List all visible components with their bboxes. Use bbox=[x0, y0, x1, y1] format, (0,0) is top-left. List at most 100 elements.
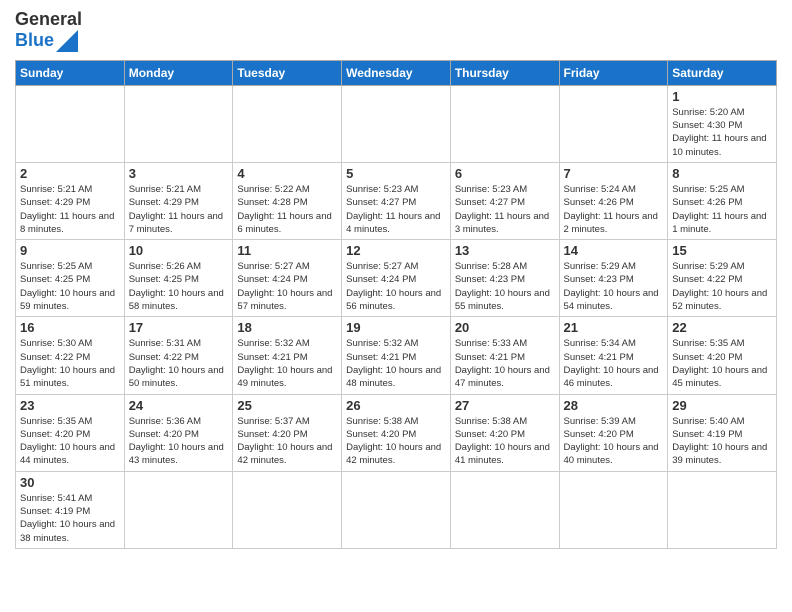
day-info: Sunrise: 5:23 AM Sunset: 4:27 PM Dayligh… bbox=[455, 183, 555, 236]
day-number: 18 bbox=[237, 320, 337, 335]
day-number: 14 bbox=[564, 243, 664, 258]
calendar-cell: 5 Sunrise: 5:23 AM Sunset: 4:27 PM Daylig… bbox=[342, 162, 451, 239]
day-info: Sunrise: 5:23 AM Sunset: 4:27 PM Dayligh… bbox=[346, 183, 446, 236]
calendar-cell: 6 Sunrise: 5:23 AM Sunset: 4:27 PM Daylig… bbox=[450, 162, 559, 239]
day-number: 5 bbox=[346, 166, 446, 181]
calendar-cell bbox=[233, 85, 342, 162]
calendar-cell: 17 Sunrise: 5:31 AM Sunset: 4:22 PM Dayli… bbox=[124, 317, 233, 394]
day-number: 27 bbox=[455, 398, 555, 413]
weekday-header-monday: Monday bbox=[124, 60, 233, 85]
calendar-cell: 14 Sunrise: 5:29 AM Sunset: 4:23 PM Dayli… bbox=[559, 240, 668, 317]
day-info: Sunrise: 5:29 AM Sunset: 4:22 PM Dayligh… bbox=[672, 260, 772, 313]
day-number: 3 bbox=[129, 166, 229, 181]
calendar-cell bbox=[559, 471, 668, 548]
day-info: Sunrise: 5:25 AM Sunset: 4:25 PM Dayligh… bbox=[20, 260, 120, 313]
day-number: 2 bbox=[20, 166, 120, 181]
calendar-cell: 30Sunrise: 5:41 AM Sunset: 4:19 PM Dayli… bbox=[16, 471, 125, 548]
calendar-cell bbox=[342, 85, 451, 162]
day-number: 4 bbox=[237, 166, 337, 181]
weekday-header-tuesday: Tuesday bbox=[233, 60, 342, 85]
day-info: Sunrise: 5:27 AM Sunset: 4:24 PM Dayligh… bbox=[237, 260, 337, 313]
day-info: Sunrise: 5:38 AM Sunset: 4:20 PM Dayligh… bbox=[455, 415, 555, 468]
day-info: Sunrise: 5:41 AM Sunset: 4:19 PM Dayligh… bbox=[20, 492, 120, 545]
day-info: Sunrise: 5:22 AM Sunset: 4:28 PM Dayligh… bbox=[237, 183, 337, 236]
calendar-cell bbox=[342, 471, 451, 548]
day-number: 16 bbox=[20, 320, 120, 335]
calendar-cell: 23 Sunrise: 5:35 AM Sunset: 4:20 PM Dayli… bbox=[16, 394, 125, 471]
day-number: 20 bbox=[455, 320, 555, 335]
calendar-cell: 18 Sunrise: 5:32 AM Sunset: 4:21 PM Dayli… bbox=[233, 317, 342, 394]
day-info: Sunrise: 5:36 AM Sunset: 4:20 PM Dayligh… bbox=[129, 415, 229, 468]
calendar-cell: 22Sunrise: 5:35 AM Sunset: 4:20 PM Dayli… bbox=[668, 317, 777, 394]
day-info: Sunrise: 5:32 AM Sunset: 4:21 PM Dayligh… bbox=[237, 337, 337, 390]
weekday-header-friday: Friday bbox=[559, 60, 668, 85]
day-info: Sunrise: 5:35 AM Sunset: 4:20 PM Dayligh… bbox=[20, 415, 120, 468]
day-info: Sunrise: 5:38 AM Sunset: 4:20 PM Dayligh… bbox=[346, 415, 446, 468]
calendar-cell: 4 Sunrise: 5:22 AM Sunset: 4:28 PM Daylig… bbox=[233, 162, 342, 239]
calendar-cell: 7 Sunrise: 5:24 AM Sunset: 4:26 PM Daylig… bbox=[559, 162, 668, 239]
calendar-cell: 3 Sunrise: 5:21 AM Sunset: 4:29 PM Daylig… bbox=[124, 162, 233, 239]
day-info: Sunrise: 5:34 AM Sunset: 4:21 PM Dayligh… bbox=[564, 337, 664, 390]
day-number: 23 bbox=[20, 398, 120, 413]
weekday-header-saturday: Saturday bbox=[668, 60, 777, 85]
day-info: Sunrise: 5:21 AM Sunset: 4:29 PM Dayligh… bbox=[20, 183, 120, 236]
day-info: Sunrise: 5:35 AM Sunset: 4:20 PM Dayligh… bbox=[672, 337, 772, 390]
calendar-cell: 27 Sunrise: 5:38 AM Sunset: 4:20 PM Dayli… bbox=[450, 394, 559, 471]
day-info: Sunrise: 5:39 AM Sunset: 4:20 PM Dayligh… bbox=[564, 415, 664, 468]
calendar-week-row: 16 Sunrise: 5:30 AM Sunset: 4:22 PM Dayli… bbox=[16, 317, 777, 394]
calendar-cell: 10Sunrise: 5:26 AM Sunset: 4:25 PM Dayli… bbox=[124, 240, 233, 317]
calendar-cell: 21 Sunrise: 5:34 AM Sunset: 4:21 PM Dayli… bbox=[559, 317, 668, 394]
day-number: 6 bbox=[455, 166, 555, 181]
day-number: 19 bbox=[346, 320, 446, 335]
day-number: 11 bbox=[237, 243, 337, 258]
day-info: Sunrise: 5:29 AM Sunset: 4:23 PM Dayligh… bbox=[564, 260, 664, 313]
day-number: 13 bbox=[455, 243, 555, 258]
header: General Blue bbox=[15, 10, 777, 52]
day-number: 8 bbox=[672, 166, 772, 181]
calendar-cell: 12 Sunrise: 5:27 AM Sunset: 4:24 PM Dayli… bbox=[342, 240, 451, 317]
day-info: Sunrise: 5:30 AM Sunset: 4:22 PM Dayligh… bbox=[20, 337, 120, 390]
logo-blue: Blue bbox=[15, 30, 54, 51]
calendar-cell: 24 Sunrise: 5:36 AM Sunset: 4:20 PM Dayli… bbox=[124, 394, 233, 471]
calendar-cell: 19 Sunrise: 5:32 AM Sunset: 4:21 PM Dayli… bbox=[342, 317, 451, 394]
calendar-cell: 25Sunrise: 5:37 AM Sunset: 4:20 PM Dayli… bbox=[233, 394, 342, 471]
day-number: 28 bbox=[564, 398, 664, 413]
day-info: Sunrise: 5:28 AM Sunset: 4:23 PM Dayligh… bbox=[455, 260, 555, 313]
weekday-header-thursday: Thursday bbox=[450, 60, 559, 85]
day-info: Sunrise: 5:40 AM Sunset: 4:19 PM Dayligh… bbox=[672, 415, 772, 468]
day-number: 12 bbox=[346, 243, 446, 258]
calendar-cell: 9 Sunrise: 5:25 AM Sunset: 4:25 PM Daylig… bbox=[16, 240, 125, 317]
calendar-cell: 28 Sunrise: 5:39 AM Sunset: 4:20 PM Dayli… bbox=[559, 394, 668, 471]
calendar-week-row: 30Sunrise: 5:41 AM Sunset: 4:19 PM Dayli… bbox=[16, 471, 777, 548]
calendar-cell: 13 Sunrise: 5:28 AM Sunset: 4:23 PM Dayli… bbox=[450, 240, 559, 317]
calendar-week-row: 9 Sunrise: 5:25 AM Sunset: 4:25 PM Daylig… bbox=[16, 240, 777, 317]
calendar-cell: 11 Sunrise: 5:27 AM Sunset: 4:24 PM Dayli… bbox=[233, 240, 342, 317]
day-number: 7 bbox=[564, 166, 664, 181]
day-number: 10 bbox=[129, 243, 229, 258]
logo: General Blue bbox=[15, 10, 82, 52]
calendar-cell bbox=[124, 85, 233, 162]
day-number: 17 bbox=[129, 320, 229, 335]
calendar-cell: 16 Sunrise: 5:30 AM Sunset: 4:22 PM Dayli… bbox=[16, 317, 125, 394]
calendar-cell: 2 Sunrise: 5:21 AM Sunset: 4:29 PM Daylig… bbox=[16, 162, 125, 239]
page: General Blue SundayMondayTuesdayWednesda… bbox=[0, 0, 792, 612]
calendar-cell bbox=[450, 85, 559, 162]
day-info: Sunrise: 5:21 AM Sunset: 4:29 PM Dayligh… bbox=[129, 183, 229, 236]
day-number: 21 bbox=[564, 320, 664, 335]
weekday-header-sunday: Sunday bbox=[16, 60, 125, 85]
calendar-cell bbox=[124, 471, 233, 548]
day-info: Sunrise: 5:24 AM Sunset: 4:26 PM Dayligh… bbox=[564, 183, 664, 236]
calendar-body: 1Sunrise: 5:20 AM Sunset: 4:30 PM Daylig… bbox=[16, 85, 777, 548]
day-info: Sunrise: 5:31 AM Sunset: 4:22 PM Dayligh… bbox=[129, 337, 229, 390]
calendar-cell bbox=[450, 471, 559, 548]
day-info: Sunrise: 5:25 AM Sunset: 4:26 PM Dayligh… bbox=[672, 183, 772, 236]
calendar-cell bbox=[16, 85, 125, 162]
day-info: Sunrise: 5:27 AM Sunset: 4:24 PM Dayligh… bbox=[346, 260, 446, 313]
day-info: Sunrise: 5:33 AM Sunset: 4:21 PM Dayligh… bbox=[455, 337, 555, 390]
day-number: 9 bbox=[20, 243, 120, 258]
day-info: Sunrise: 5:32 AM Sunset: 4:21 PM Dayligh… bbox=[346, 337, 446, 390]
weekday-header-wednesday: Wednesday bbox=[342, 60, 451, 85]
day-number: 1 bbox=[672, 89, 772, 104]
day-number: 24 bbox=[129, 398, 229, 413]
day-number: 29 bbox=[672, 398, 772, 413]
